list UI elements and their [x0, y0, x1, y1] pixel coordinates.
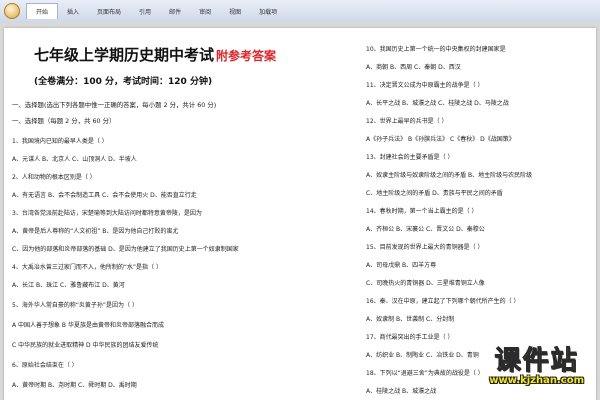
question-line: 17、商代最突出的手工业是（ ） [366, 334, 454, 341]
question-line: C 中华民族的就业进取精神 D 中华民族的团结友爱传统 [12, 342, 159, 349]
question-line: A、有无语言 B、会不会制造工具 C、会不会使用火 D、能否直立行走 [12, 192, 197, 199]
question-line: 5、海外华人常自豪的称“炎黄子孙”是因为（ ） [12, 302, 138, 309]
question-line: A、黄帝是后人尊称的“人文初祖” B、是因为他自己打败的蚩尤 [12, 228, 179, 235]
question-line: 11、决定晋文公成为中原霸主的战争是（ ） [366, 82, 484, 89]
question-line: 2、人和动物的根本区别是（ ） [12, 174, 96, 181]
tab-references[interactable]: 引用 [130, 7, 160, 16]
title-answer-note: 附参考答案 [216, 49, 277, 63]
office-button-icon[interactable] [4, 3, 20, 19]
question-line: 15、目前发现的世界上最大的青铜器是（ ） [366, 244, 484, 251]
watermark-url: www.kjzhan.com [489, 375, 584, 386]
question-line: A《孙子兵法》 B《孙膑兵法》 C《春秋》 D《战国策》 [366, 136, 515, 143]
question-line: 一、选择题(选出下列各题中惟一正确的答案，每小题 2 分，共计 60 分) [12, 101, 217, 109]
question-line: 16、秦、汉在中原，建立起了下列哪个朝代所产生的（ ） [366, 298, 520, 305]
question-line: A 中国人善于想象 B 华夏族是由黄帝和炎帝部落融合而成 [12, 322, 164, 329]
question-line: A、长平之战 B、城濮之战 C、桂陵之战 D、马陵之战 [366, 100, 509, 107]
ribbon-bar: 开始 插入 页面布局 引用 邮件 审阅 视图 加载项 [0, 0, 600, 23]
watermark-logo: 课件站 [494, 346, 579, 377]
question-line: A、奴隶主阶级与奴隶阶级之间的矛盾 B、地主阶级与农民阶级 [366, 172, 533, 179]
tab-home[interactable]: 开始 [26, 3, 59, 19]
question-line: A、商朝 B、西周 C、秦朝 D、西汉 [366, 64, 461, 71]
tab-review[interactable]: 审阅 [190, 7, 220, 16]
document-area[interactable]: 七年级上学期历史期中考试 附参考答案 (全卷满分：100 分，考试时间：120 分… [0, 22, 600, 400]
question-line: C、地主阶级之间的矛盾 D、贵族与平民之间的矛盾 [366, 190, 503, 197]
tab-mailings[interactable]: 邮件 [160, 7, 190, 16]
tab-add-ins[interactable]: 加载项 [250, 7, 286, 16]
question-line: 1、我国境内已知的最早人类是（ ） [12, 138, 108, 145]
question-line: A、长江 B、珠江 C、雅鲁藏布江 D、黄河 [12, 282, 125, 289]
page-title: 七年级上学期历史期中考试 附参考答案 [34, 44, 276, 65]
question-line: 10、我国历史上第一个统一的中央集权的封建国家是 [366, 46, 506, 53]
question-line: 4、大禹治水曾三过家门而不入，他所制的“水”是指（ ） [12, 264, 162, 271]
question-line: A、元谋人 B、北京人 C、山顶洞人 D、半坡人 [12, 156, 137, 163]
tab-insert[interactable]: 插入 [58, 7, 88, 16]
question-line: A、司母戊鼎 B、四羊方尊 [366, 262, 437, 269]
question-line: A、纺织业 B、制陶业 C、冶铁业 D、青铜 [366, 352, 479, 359]
question-line: 14、春秋时期，第一个当上霸主的是（ ） [366, 208, 478, 215]
question-line: C、司晚热火的青铜器 D、三星堆青铜立人像 [366, 280, 485, 287]
question-line: 12、世界上最早的兵书是（ ） [366, 118, 448, 125]
question-line: A、齐桓公 B、宋襄公 C、晋文公 D、秦穆公 [366, 226, 485, 233]
question-line: A、桂陵之战 B、城濮之战 [366, 388, 437, 395]
question-line: C、因为他的部落和炎帝部落的基础 D、是因为他建立了我国历史上第一个奴隶制国家 [12, 246, 239, 253]
document-page[interactable]: 七年级上学期历史期中考试 附参考答案 (全卷满分：100 分，考试时间：120 分… [4, 28, 596, 400]
question-line: 18、下列以“退避三舍”为典故的战役是（ ） [366, 370, 484, 377]
title-text: 七年级上学期历史期中考试 [34, 46, 215, 64]
question-line: 一、选择题（每题 2 分，共 60 分） [12, 117, 116, 125]
question-line: 3、台湾各党派前赴陆访，宋楚瑜等到大陆访问时都特意黄帝陵，是因为 [12, 210, 202, 217]
question-line: A、黄帝时期 B、尧时期 C、舜时期 D、禹时期 [12, 382, 137, 389]
question-line: 13、封建社会的主要矛盾是（ ） [366, 154, 454, 161]
question-line: 6、原始社会结束在（ ） [12, 362, 78, 369]
question-line: A、奴隶制 B、世袭制 C、分封制 [366, 316, 455, 323]
tab-page-layout[interactable]: 页面布局 [88, 7, 130, 16]
tab-view[interactable]: 视图 [220, 7, 250, 16]
site-watermark: 课件站 www.kjzhan.com [489, 340, 584, 387]
exam-subtitle: (全卷满分：100 分，考试时间：120 分钟) [34, 77, 213, 87]
